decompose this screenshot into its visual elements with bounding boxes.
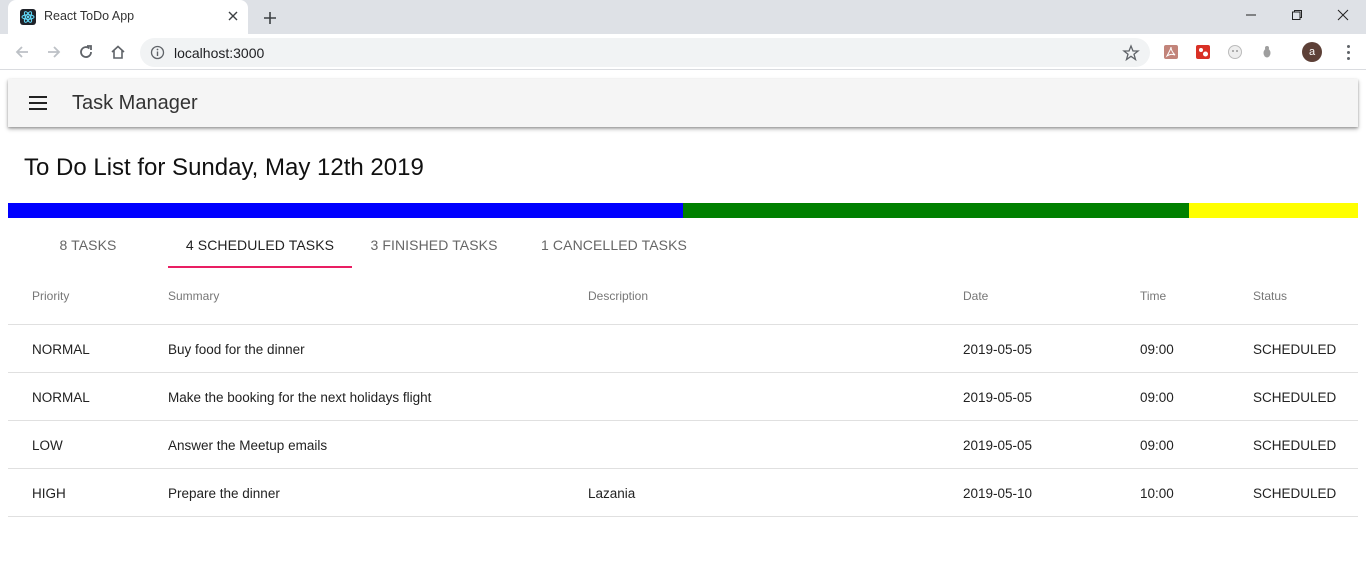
cell-time: 09:00: [1140, 342, 1174, 357]
browser-toolbar: localhost:3000 a: [0, 34, 1366, 70]
tab-8-tasks[interactable]: 8 TASKS: [32, 222, 144, 268]
info-icon[interactable]: [150, 45, 165, 60]
cell-date: 2019-05-05: [963, 342, 1033, 357]
cell-date: 2019-05-10: [963, 486, 1033, 501]
cell-time: 10:00: [1140, 486, 1174, 501]
task-table: Priority Summary Description Date Time Status…: [8, 268, 1358, 517]
address-bar[interactable]: localhost:3000: [140, 38, 1150, 67]
progress-segment-cancelled: [1189, 203, 1358, 218]
forward-arrow-icon[interactable]: [42, 40, 66, 64]
table-row[interactable]: NORMAL Buy food for the dinner 2019-05-05 0…: [8, 325, 1358, 373]
cell-summary: Buy food for the dinner: [168, 342, 305, 357]
cell-time: 09:00: [1140, 438, 1174, 453]
cell-time: 09:00: [1140, 390, 1174, 405]
url-text: localhost:3000: [174, 45, 265, 61]
bug-extension-icon[interactable]: [1257, 42, 1277, 62]
cell-date: 2019-05-05: [963, 390, 1033, 405]
reload-icon[interactable]: [74, 40, 98, 64]
cell-status: SCHEDULED: [1253, 390, 1337, 405]
column-header-summary[interactable]: Summary: [168, 289, 219, 303]
table-row[interactable]: HIGH Prepare the dinner Lazania 2019-05-10 1…: [8, 469, 1358, 517]
column-header-date[interactable]: Date: [963, 289, 988, 303]
table-header: Priority Summary Description Date Time Status: [8, 268, 1358, 325]
browser-tab[interactable]: React ToDo App: [8, 0, 248, 34]
cell-description: Lazania: [588, 486, 636, 501]
cell-priority: NORMAL: [32, 390, 90, 405]
column-header-description[interactable]: Description: [588, 289, 648, 303]
app-bar: Task Manager: [8, 79, 1358, 127]
column-header-time[interactable]: Time: [1140, 289, 1166, 303]
browser-tabstrip: React ToDo App: [0, 0, 1366, 34]
minimize-icon[interactable]: [1228, 0, 1274, 30]
restore-icon[interactable]: [1274, 0, 1320, 30]
cell-status: SCHEDULED: [1253, 438, 1337, 453]
close-icon[interactable]: [224, 7, 242, 25]
cell-status: SCHEDULED: [1253, 342, 1337, 357]
window-close-icon[interactable]: [1320, 0, 1366, 30]
cell-priority: HIGH: [32, 486, 66, 501]
hamburger-menu-icon[interactable]: [26, 93, 50, 113]
column-header-priority[interactable]: Priority: [32, 289, 69, 303]
table-row[interactable]: NORMAL Make the booking for the next holi…: [8, 373, 1358, 421]
cell-priority: LOW: [32, 438, 63, 453]
cell-summary: Answer the Meetup emails: [168, 438, 328, 453]
cell-status: SCHEDULED: [1253, 486, 1337, 501]
home-icon[interactable]: [106, 40, 130, 64]
progress-segment-finished: [683, 203, 1190, 218]
back-arrow-icon[interactable]: [10, 40, 34, 64]
app-title: Task Manager: [72, 92, 198, 114]
cell-priority: NORMAL: [32, 342, 90, 357]
cell-summary: Make the booking for the next holidays f…: [168, 390, 432, 405]
cell-date: 2019-05-05: [963, 438, 1033, 453]
task-status-progress-bar: [8, 203, 1358, 218]
page-title: To Do List for Sunday, May 12th 2019: [24, 154, 424, 181]
table-row[interactable]: LOW Answer the Meetup emails 2019-05-05 09:…: [8, 421, 1358, 469]
tab-1-cancelled-tasks[interactable]: 1 CANCELLED TASKS: [520, 222, 708, 268]
new-tab-plus-icon[interactable]: [259, 7, 281, 29]
tab-4-scheduled-tasks[interactable]: 4 SCHEDULED TASKS: [168, 222, 352, 268]
pdf-extension-icon[interactable]: [1161, 42, 1181, 62]
more-menu-icon[interactable]: [1338, 42, 1358, 62]
cell-summary: Prepare the dinner: [168, 486, 280, 501]
puzzle-extension-icon[interactable]: [1193, 42, 1213, 62]
react-logo-icon: [20, 9, 36, 25]
progress-segment-scheduled: [8, 203, 683, 218]
browser-tab-title: React ToDo App: [44, 9, 135, 23]
column-header-status[interactable]: Status: [1253, 289, 1287, 303]
face-extension-icon[interactable]: [1225, 42, 1245, 62]
tab-3-finished-tasks[interactable]: 3 FINISHED TASKS: [352, 222, 516, 268]
bookmark-star-icon[interactable]: [1122, 44, 1140, 62]
task-tabs: 8 TASKS 4 SCHEDULED TASKS 3 FINISHED TASKS…: [8, 222, 1358, 268]
profile-avatar[interactable]: a: [1302, 42, 1322, 62]
